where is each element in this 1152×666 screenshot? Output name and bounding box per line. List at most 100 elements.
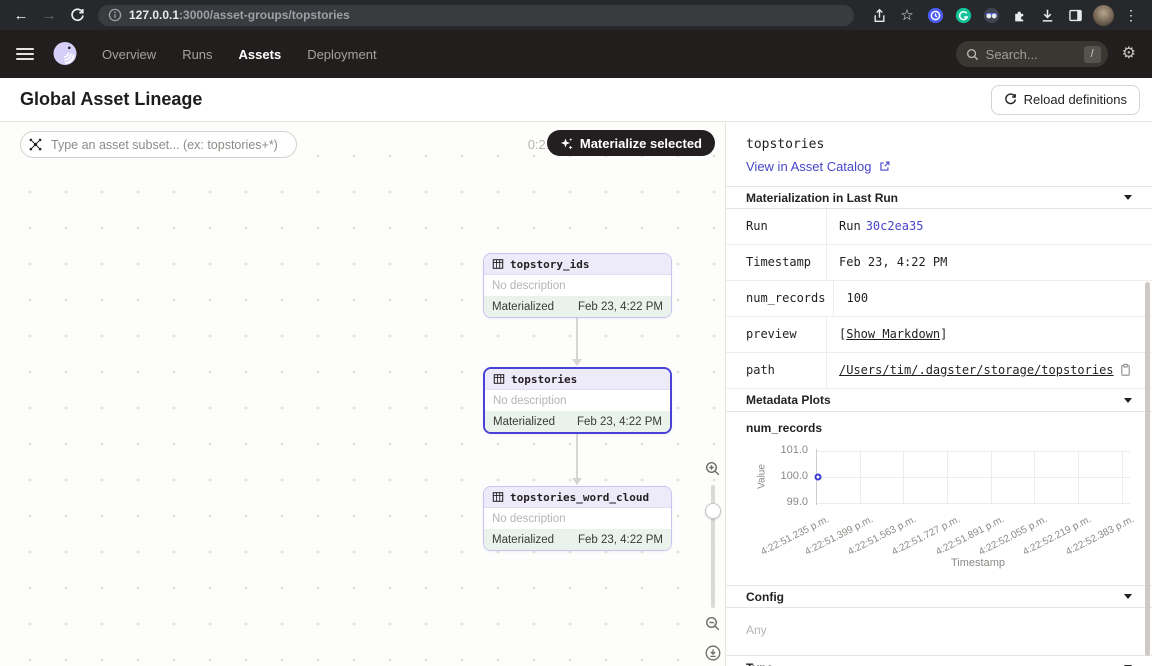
nav-item-deployment[interactable]: Deployment bbox=[307, 47, 376, 62]
y-axis-label: Value bbox=[757, 457, 768, 497]
asset-description: No description bbox=[484, 508, 671, 529]
table-icon bbox=[492, 258, 504, 270]
copy-clipboard-icon[interactable] bbox=[1119, 363, 1132, 377]
extension-clock-icon[interactable] bbox=[922, 3, 948, 27]
catalog-link-label: View in Asset Catalog bbox=[746, 159, 872, 174]
profile-avatar[interactable] bbox=[1090, 3, 1116, 27]
asset-subset-input[interactable] bbox=[20, 131, 297, 158]
metadata-key: Timestamp bbox=[726, 245, 827, 280]
nav-item-overview[interactable]: Overview bbox=[102, 47, 156, 62]
show-markdown-link[interactable]: Show Markdown bbox=[846, 327, 940, 341]
page-header: Global Asset Lineage Reload definitions bbox=[0, 78, 1152, 122]
asset-name: topstories bbox=[511, 373, 577, 386]
y-tick: 99.0 bbox=[787, 496, 808, 508]
materialize-selected-button[interactable]: Materialize selected bbox=[547, 130, 715, 156]
browser-menu-icon[interactable]: ⋮ bbox=[1118, 3, 1144, 27]
share-icon[interactable] bbox=[866, 3, 892, 27]
zoom-slider-handle[interactable] bbox=[705, 503, 721, 519]
section-metadata-plots[interactable]: Metadata Plots bbox=[726, 389, 1152, 412]
search-input[interactable] bbox=[986, 47, 1077, 62]
sparkle-icon bbox=[560, 137, 573, 150]
browser-forward-icon[interactable]: → bbox=[36, 3, 62, 27]
metadata-key: num_records bbox=[726, 281, 834, 316]
browser-chrome: ← → 127.0.0.1:3000/asset-groups/topstori… bbox=[0, 0, 1152, 30]
asset-node-header: topstories_word_cloud bbox=[484, 487, 671, 508]
metadata-value: Feb 23, 4:22 PM bbox=[827, 245, 1152, 280]
side-panel-icon[interactable] bbox=[1062, 3, 1088, 27]
asset-status: Materialized bbox=[492, 301, 554, 313]
run-id-link[interactable]: 30c2ea35 bbox=[866, 219, 924, 233]
section-config[interactable]: Config bbox=[726, 585, 1152, 608]
app-navbar: Overview Runs Assets Deployment / ⚙ bbox=[0, 30, 1152, 78]
asset-node-topstory-ids[interactable]: topstory_ids No description Materialized… bbox=[483, 253, 672, 318]
extensions-puzzle-icon[interactable] bbox=[1006, 3, 1032, 27]
reload-definitions-label: Reload definitions bbox=[1024, 92, 1127, 107]
section-title: Metadata Plots bbox=[746, 393, 831, 407]
metadata-value: Run 30c2ea35 bbox=[827, 209, 1152, 244]
plot-title: num_records bbox=[726, 412, 1152, 437]
section-type[interactable]: Type bbox=[726, 656, 1152, 666]
metadata-value: 100 bbox=[834, 281, 1152, 316]
page-info-icon[interactable] bbox=[108, 8, 122, 22]
panel-asset-name: topstories bbox=[746, 137, 1132, 152]
settings-gear-icon[interactable]: ⚙ bbox=[1122, 46, 1136, 62]
metadata-key: path bbox=[726, 353, 827, 388]
view-in-asset-catalog-link[interactable]: View in Asset Catalog bbox=[746, 159, 1132, 174]
asset-timestamp: Feb 23, 4:22 PM bbox=[577, 416, 662, 428]
bookmark-star-icon[interactable]: ☆ bbox=[894, 3, 920, 27]
search-shortcut-badge: / bbox=[1084, 46, 1101, 63]
x-axis-title: Timestamp bbox=[816, 557, 1140, 579]
nav-item-runs[interactable]: Runs bbox=[182, 47, 212, 62]
lineage-canvas[interactable]: 0:21 Materialize selected topstory_ids N… bbox=[0, 122, 725, 666]
plot-area bbox=[816, 445, 1130, 509]
asset-description: No description bbox=[485, 390, 670, 411]
extension-goggles-icon[interactable] bbox=[978, 3, 1004, 27]
zoom-out-icon[interactable] bbox=[705, 616, 721, 632]
hamburger-menu-icon[interactable] bbox=[16, 48, 34, 60]
asset-timestamp: Feb 23, 4:22 PM bbox=[578, 534, 663, 546]
chevron-down-icon bbox=[1124, 398, 1132, 403]
metadata-row-timestamp: Timestamp Feb 23, 4:22 PM bbox=[726, 245, 1152, 281]
metadata-row-num-records: num_records 100 bbox=[726, 281, 1152, 317]
data-point[interactable] bbox=[814, 474, 821, 481]
run-prefix: Run bbox=[839, 219, 861, 233]
x-axis-labels: 4:22:51.235 p.m. 4:22:51.399 p.m. 4:22:5… bbox=[816, 511, 1130, 557]
page-title: Global Asset Lineage bbox=[20, 89, 202, 110]
asset-status-row: Materialized Feb 23, 4:22 PM bbox=[484, 529, 671, 550]
asset-status: Materialized bbox=[492, 534, 554, 546]
global-search[interactable]: / bbox=[956, 41, 1108, 67]
browser-reload-icon[interactable] bbox=[64, 3, 90, 27]
asset-name: topstories_word_cloud bbox=[510, 491, 649, 504]
downloads-icon[interactable] bbox=[1034, 3, 1060, 27]
metadata-plot: Value 101.0 100.0 99.0 bbox=[726, 437, 1152, 579]
url-host: 127.0.0.1 bbox=[129, 8, 179, 22]
section-materialization[interactable]: Materialization in Last Run bbox=[726, 186, 1152, 209]
nav-item-assets[interactable]: Assets bbox=[239, 47, 282, 62]
url-bar[interactable]: 127.0.0.1:3000/asset-groups/topstories bbox=[98, 5, 854, 26]
bracket: [ bbox=[839, 327, 846, 341]
y-tick: 100.0 bbox=[780, 470, 808, 482]
asset-timestamp: Feb 23, 4:22 PM bbox=[578, 301, 663, 313]
section-title: Type bbox=[746, 661, 773, 666]
reload-definitions-button[interactable]: Reload definitions bbox=[991, 85, 1140, 115]
table-icon bbox=[492, 491, 504, 503]
metadata-row-path: path /Users/tim/.dagster/storage/topstor… bbox=[726, 353, 1152, 389]
edge-topstories-to-word-cloud bbox=[576, 434, 578, 479]
zoom-in-icon[interactable] bbox=[705, 461, 721, 477]
path-link[interactable]: /Users/tim/.dagster/storage/topstories bbox=[839, 363, 1114, 377]
metadata-row-run: Run Run 30c2ea35 bbox=[726, 209, 1152, 245]
asset-graph-filter-icon bbox=[29, 138, 42, 151]
metadata-value: [Show Markdown] bbox=[827, 317, 1152, 352]
panel-scrollbar[interactable] bbox=[1145, 282, 1150, 656]
metadata-row-preview: preview [Show Markdown] bbox=[726, 317, 1152, 353]
asset-node-header: topstories bbox=[485, 369, 670, 390]
browser-back-icon[interactable]: ← bbox=[8, 3, 34, 27]
dagster-logo[interactable] bbox=[50, 39, 80, 69]
chevron-down-icon bbox=[1124, 594, 1132, 599]
asset-node-header: topstory_ids bbox=[484, 254, 671, 275]
asset-node-topstories[interactable]: topstories No description Materialized F… bbox=[483, 367, 672, 434]
edge-topstory-ids-to-topstories bbox=[576, 318, 578, 360]
extension-grammarly-icon[interactable] bbox=[950, 3, 976, 27]
zoom-to-fit-icon[interactable] bbox=[705, 645, 721, 661]
asset-node-topstories-word-cloud[interactable]: topstories_word_cloud No description Mat… bbox=[483, 486, 672, 551]
